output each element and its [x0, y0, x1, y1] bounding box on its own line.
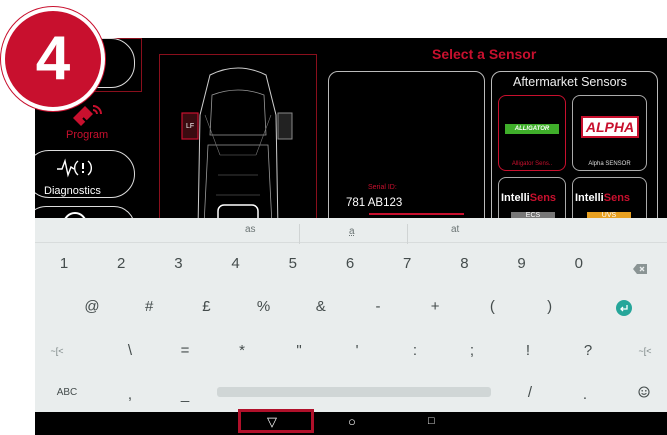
keyboard-key[interactable]: . [565, 386, 605, 403]
abc-key[interactable]: ABC [47, 387, 87, 398]
keyboard-key[interactable]: " [279, 342, 319, 359]
keyboard-key[interactable]: = [165, 342, 205, 359]
step-number-badge: 4 [1, 7, 105, 111]
intellisens-logo: IntelliSens [501, 192, 557, 204]
space-bar[interactable] [217, 387, 491, 397]
app-screen: MS Program Diagnostics [35, 38, 667, 435]
keyboard-key[interactable]: 8 [444, 255, 484, 272]
enter-icon[interactable] [616, 300, 632, 321]
keyboard-key[interactable]: \ [110, 342, 150, 359]
keyboard-key[interactable]: ? [568, 342, 608, 359]
suggestion-item[interactable]: a [349, 226, 355, 237]
keyboard-key[interactable]: 2 [101, 255, 141, 272]
keyboard-key[interactable]: 3 [158, 255, 198, 272]
keyboard-key[interactable]: ' [337, 342, 377, 359]
android-nav-bar: ▽ ○ □ [35, 412, 667, 435]
sensor-tile-label: Alligator Sens.. [511, 161, 553, 167]
suggestion-item[interactable]: as [245, 224, 256, 235]
vehicle-panel: LF [159, 54, 317, 231]
keyboard-key[interactable]: 0 [559, 255, 599, 272]
keyboard-key[interactable]: 7 [387, 255, 427, 272]
keyboard-key[interactable]: ; [452, 342, 492, 359]
keyboard-key[interactable]: # [129, 298, 169, 315]
keyboard-key[interactable]: : [395, 342, 435, 359]
keyboard-key[interactable]: & [301, 298, 341, 315]
keyboard-key[interactable]: _ [165, 386, 205, 403]
keyboard-key[interactable]: ) [530, 298, 570, 315]
keyboard-key[interactable]: * [222, 342, 262, 359]
keyboard-key[interactable]: / [510, 384, 550, 401]
keyboard-key[interactable]: 6 [330, 255, 370, 272]
sensor-tile-alpha[interactable]: ALPHA Alpha SENSOR [572, 95, 647, 171]
serial-id-underline [369, 213, 464, 215]
keyboard-key[interactable]: 1 [44, 255, 84, 272]
car-wireframe-image [181, 67, 293, 231]
recents-button[interactable]: □ [428, 415, 435, 427]
serial-id-input[interactable]: 781 AB123 [346, 197, 402, 209]
diagnostics-icon [57, 158, 92, 178]
keyboard-key[interactable]: ~[< [37, 346, 77, 356]
serial-id-label: Serial ID: [368, 184, 397, 191]
soft-keyboard: as a at 1 2 3 4 5 6 7 8 9 0 @ # £% & - + () ~[< \ = * " ':;!? ~… [35, 218, 667, 412]
keyboard-key[interactable]: % [244, 298, 284, 315]
keyboard-key[interactable]: ( [472, 298, 512, 315]
home-button[interactable]: ○ [348, 414, 356, 429]
keyboard-key[interactable]: ! [508, 342, 548, 359]
keyboard-key[interactable]: 4 [216, 255, 256, 272]
sensor-tile-label: Alpha SENSOR [588, 161, 631, 167]
alpha-logo: ALPHA [581, 116, 639, 138]
back-button-highlight [238, 409, 314, 433]
keyboard-key[interactable]: , [110, 386, 150, 403]
diagnostics-menu-button[interactable]: Diagnostics [35, 150, 135, 198]
keyboard-key[interactable]: - [358, 298, 398, 315]
page-title: Select a Sensor [432, 46, 537, 62]
keyboard-key[interactable]: £ [186, 298, 226, 315]
sensor-tile-alligator[interactable]: ALLIGATOR Alligator Sens.. [498, 95, 566, 171]
lf-tire-label[interactable]: LF [186, 123, 194, 130]
intellisens-logo: IntelliSens [575, 192, 631, 204]
emoji-icon[interactable] [638, 385, 650, 403]
keyboard-key[interactable]: ~[< [625, 346, 665, 356]
keyboard-key[interactable]: 5 [273, 255, 313, 272]
backspace-icon[interactable] [633, 261, 647, 279]
keyboard-key[interactable]: @ [72, 298, 112, 315]
suggestion-item[interactable]: at [451, 224, 459, 235]
keyboard-key[interactable]: 9 [502, 255, 542, 272]
suggestion-bar: as a at [35, 218, 667, 244]
keyboard-key[interactable]: + [415, 298, 455, 315]
diagnostics-label: Diagnostics [44, 185, 101, 197]
alligator-logo: ALLIGATOR [505, 124, 559, 134]
program-label: Program [66, 129, 109, 141]
aftermarket-title: Aftermarket Sensors [513, 75, 627, 89]
